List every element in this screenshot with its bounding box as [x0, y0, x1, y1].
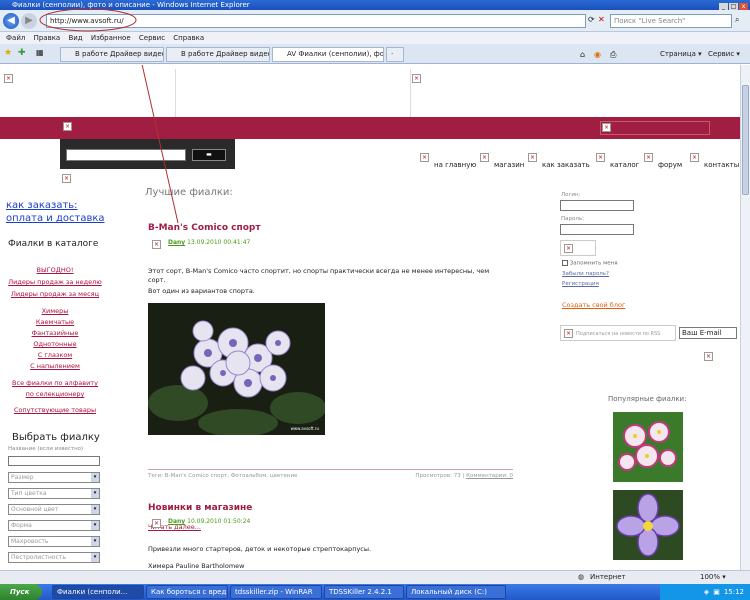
page-scrollbar[interactable] [740, 65, 750, 570]
scrollbar-thumb[interactable] [742, 85, 749, 195]
taskbar: Пуск Фиалки (сенполи... Как бороться с в… [0, 584, 750, 600]
status-bar: ◍ Интернет 100% ▾ [0, 570, 750, 584]
annotation-drawing [141, 65, 179, 224]
zoom-control[interactable]: 100% ▾ [700, 571, 726, 584]
url-annotation [39, 8, 137, 32]
internet-zone-icon: ◍ [578, 573, 585, 581]
clock: 15:12 [723, 588, 744, 596]
tray-icon[interactable]: ◈ [704, 588, 709, 596]
system-tray: ◈ ▣ 15:12 [660, 584, 750, 600]
task-local-disk[interactable]: Локальный диск (C:) [406, 585, 506, 599]
task-tdsskiller[interactable]: TDSSKiller 2.4.2.1 [324, 585, 404, 599]
task-ie[interactable]: Фиалки (сенполи... [52, 585, 144, 599]
web-page: × × × × ▬ × × на главную × магазин × как за… [0, 65, 740, 570]
zone-label: Интернет [590, 573, 626, 581]
task-winrar[interactable]: tdsskiller.zip - WinRAR [230, 585, 322, 599]
start-button[interactable]: Пуск [0, 584, 42, 600]
task-article[interactable]: Как бороться с вред... [146, 585, 228, 599]
tray-icon[interactable]: ▣ [713, 588, 720, 596]
